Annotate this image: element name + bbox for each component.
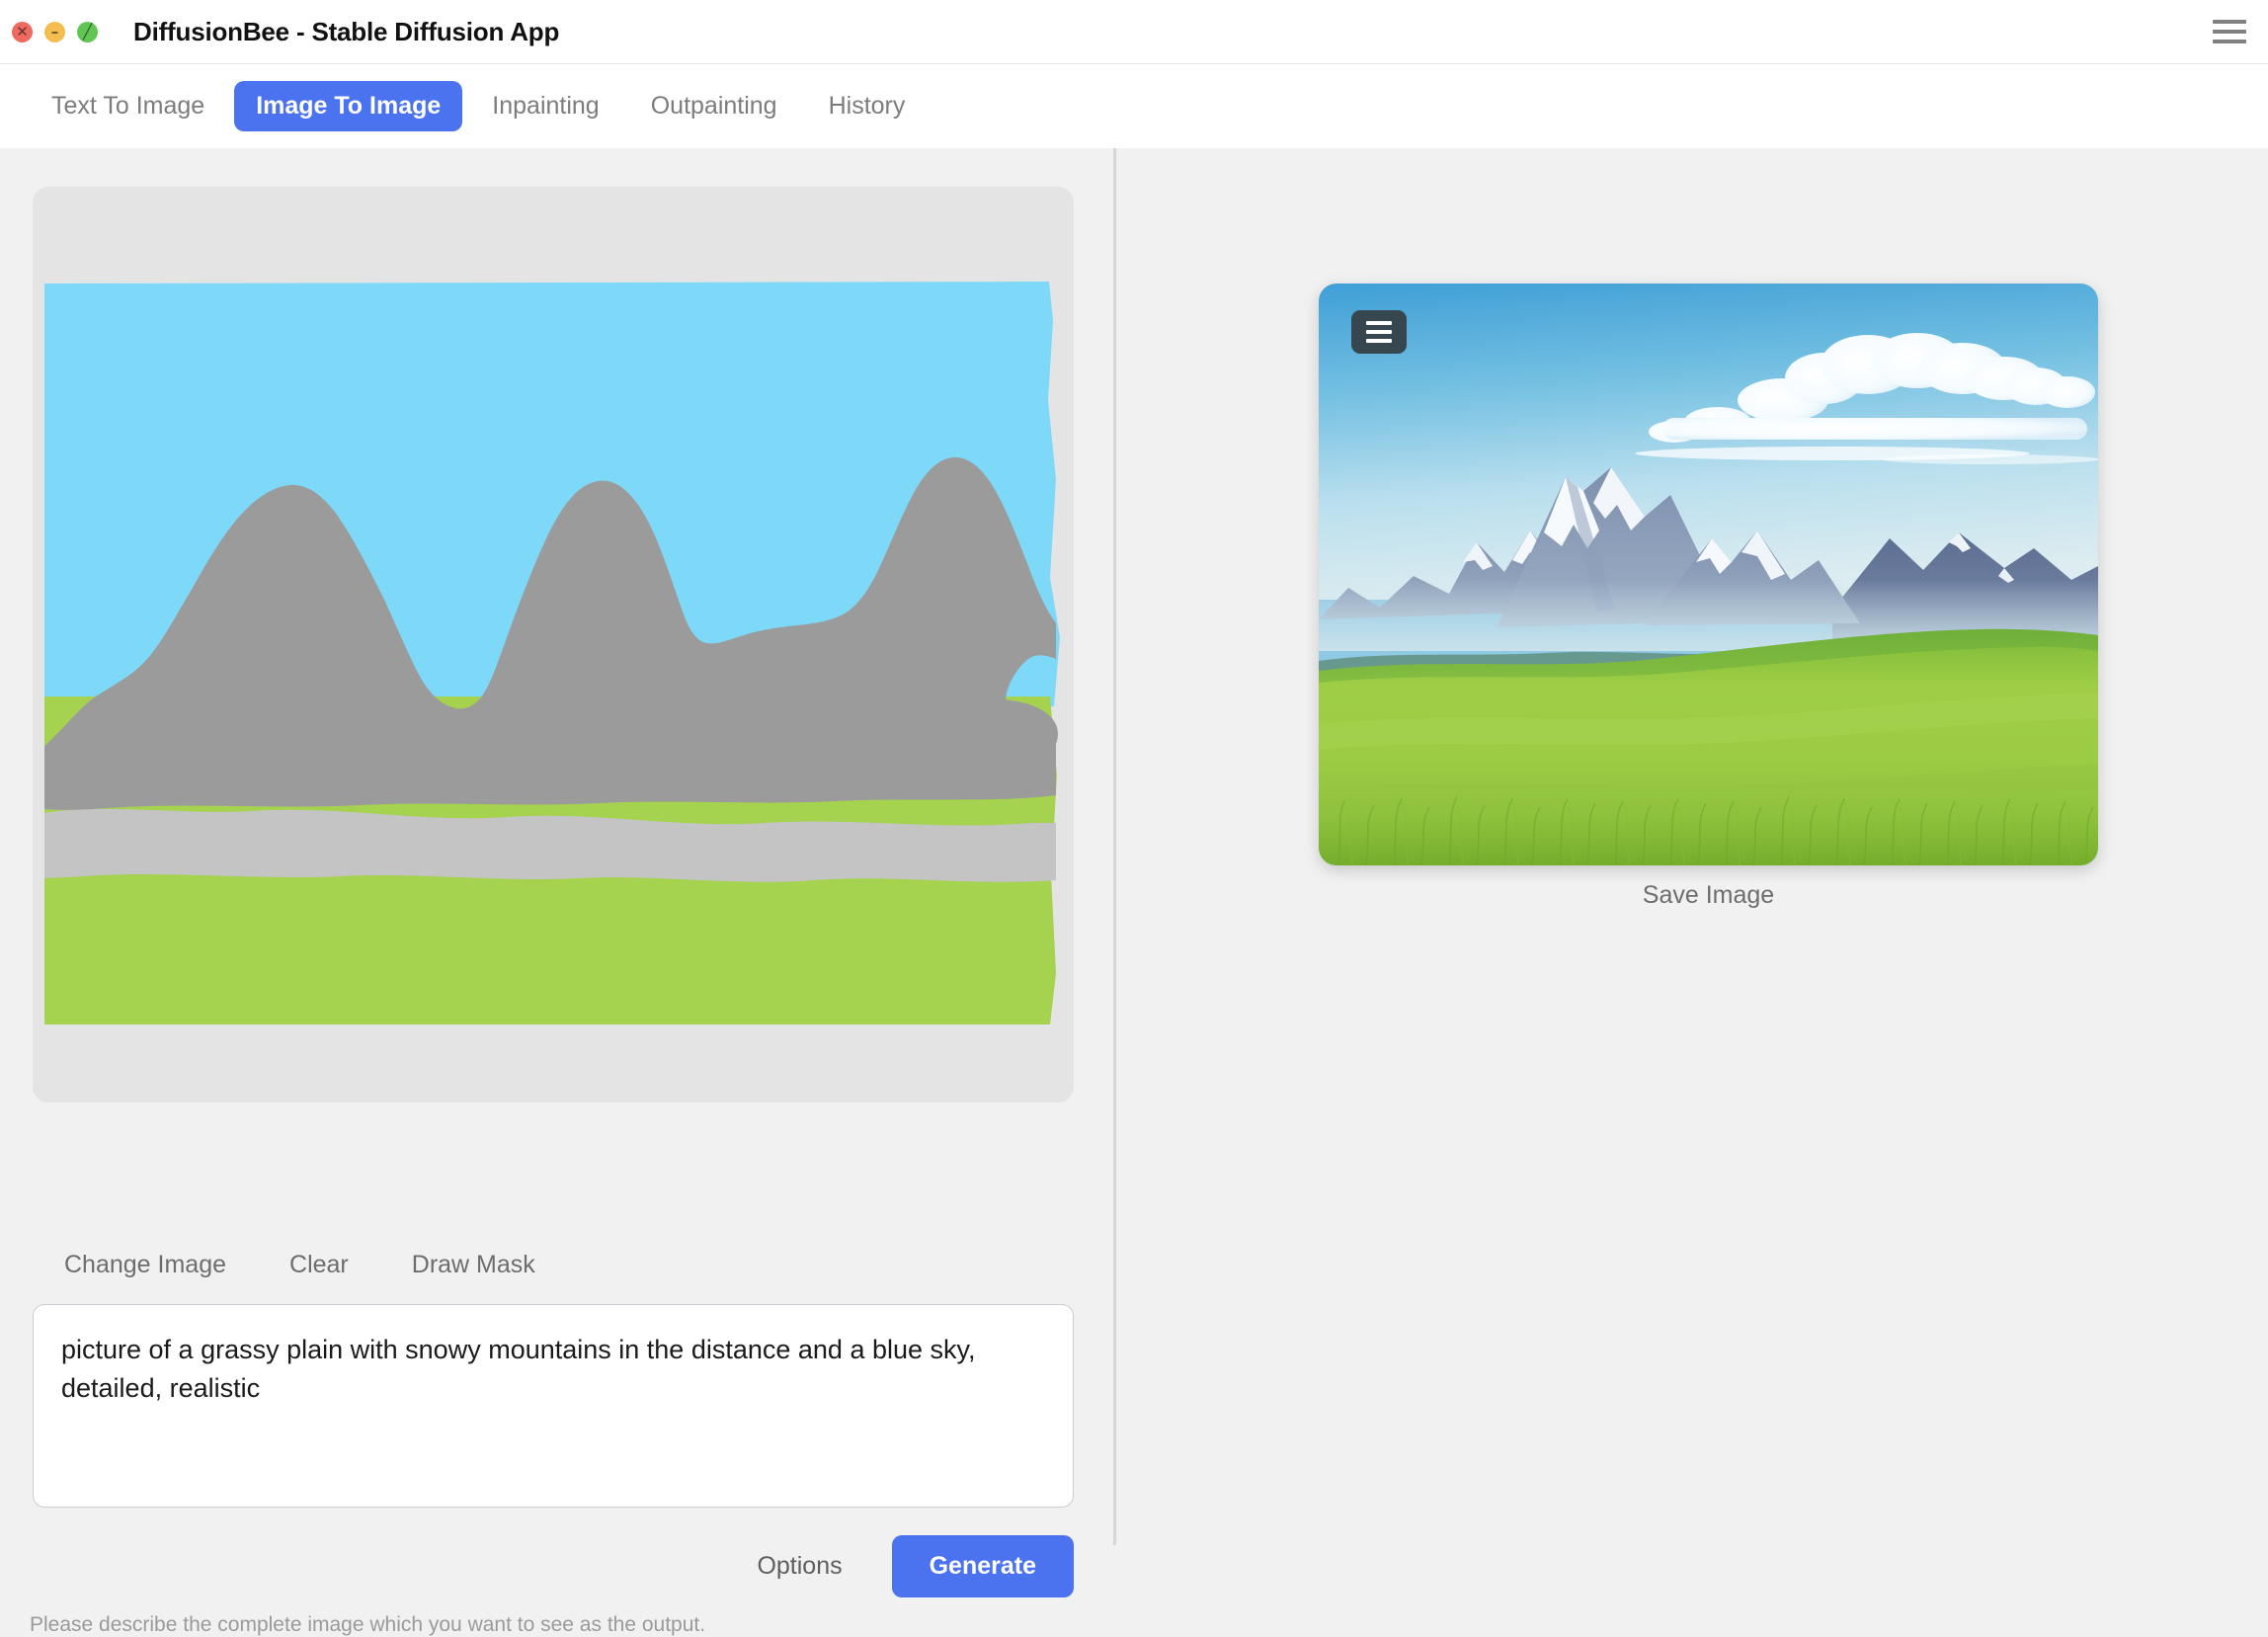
hamburger-menu-icon-bar [2213,20,2246,24]
titlebar: ✕ – ╱ DiffusionBee - Stable Diffusion Ap… [0,0,2268,64]
image-action-row: Change Image Clear Draw Mask [33,1245,567,1285]
output-pane: Save Image [1116,148,2268,1545]
main-content: Change Image Clear Draw Mask picture of … [0,148,2268,1636]
hamburger-menu-icon-bar [1366,330,1392,334]
app-menu-button[interactable] [2213,17,2248,46]
tab-bar: Text To Image Image To Image Inpainting … [0,64,2268,148]
change-image-button[interactable]: Change Image [33,1245,258,1285]
input-pane: Change Image Clear Draw Mask picture of … [0,148,1113,1636]
tab-outpainting[interactable]: Outpainting [629,81,799,131]
tab-inpainting[interactable]: Inpainting [470,81,620,131]
prompt-input[interactable]: picture of a grassy plain with snowy mou… [33,1304,1074,1508]
generated-image [1319,284,2098,865]
tab-image-to-image[interactable]: Image To Image [234,81,463,131]
prompt-text[interactable]: picture of a grassy plain with snowy mou… [61,1331,1034,1408]
maximize-icon: ╱ [82,22,93,41]
minimize-window-button[interactable]: – [44,21,65,42]
hamburger-menu-icon-bar [2213,40,2246,43]
close-window-button[interactable]: ✕ [12,21,33,42]
generated-image-card[interactable] [1319,284,2098,865]
window-title: DiffusionBee - Stable Diffusion App [133,16,560,46]
input-sketch-preview [44,282,1062,1029]
tab-history[interactable]: History [807,81,928,131]
hamburger-menu-icon-bar [2213,30,2246,34]
generate-button[interactable]: Generate [891,1534,1074,1597]
prompt-controls: Options Generate [33,1531,1074,1600]
hamburger-menu-icon-bar [1366,321,1392,325]
minimize-icon: – [50,22,59,41]
input-image-canvas[interactable] [33,187,1074,1103]
save-image-button[interactable]: Save Image [1319,881,2098,910]
close-icon: ✕ [16,22,29,41]
prompt-helper-text: Please describe the complete image which… [30,1613,706,1636]
draw-mask-button[interactable]: Draw Mask [380,1245,567,1285]
generated-image-menu-button[interactable] [1351,310,1407,354]
options-button[interactable]: Options [751,1544,848,1589]
window-controls: ✕ – ╱ [12,21,98,42]
clear-button[interactable]: Clear [258,1245,380,1285]
maximize-window-button[interactable]: ╱ [77,21,98,42]
hamburger-menu-icon-bar [1366,339,1392,343]
tab-text-to-image[interactable]: Text To Image [30,81,226,131]
